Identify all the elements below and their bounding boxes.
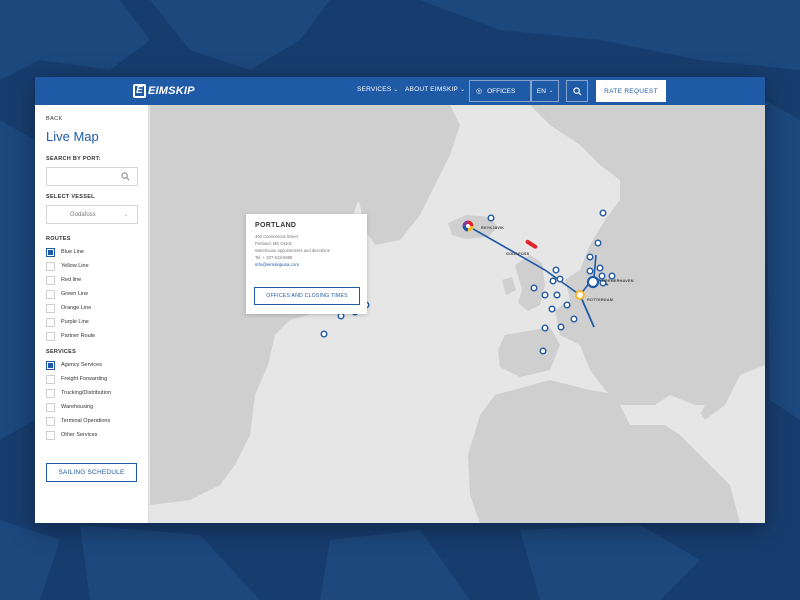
service-terminal-operations[interactable]: Terminal Operations bbox=[46, 416, 110, 426]
route-label: Blue Line bbox=[61, 249, 84, 255]
service-label: Agency Services bbox=[61, 362, 102, 368]
live-map[interactable]: REYKJAVIK GODAFOSS BREMERHAVEN ROTTERDAM bbox=[150, 105, 765, 523]
popup-email[interactable]: info@eimskipusa.com bbox=[255, 261, 358, 268]
checkbox[interactable] bbox=[46, 289, 55, 299]
chevron-down-icon: ⌄ bbox=[460, 87, 466, 93]
checkbox[interactable] bbox=[46, 331, 55, 341]
page-title: Live Map bbox=[46, 129, 99, 144]
route-label: Orange Line bbox=[61, 305, 92, 311]
nav-about-label: ABOUT EIMSKIP bbox=[405, 86, 459, 93]
checkbox[interactable] bbox=[46, 402, 55, 412]
top-navigation-bar: E EIMSKIP SERVICES ⌄ ABOUT EIMSKIP ⌄ ◎ OFF… bbox=[35, 77, 765, 105]
offices-and-closing-times-button[interactable]: OFFICES AND CLOSING TIMES bbox=[254, 287, 360, 305]
popup-address-line1: 460 Commercial Street bbox=[255, 234, 298, 239]
map-label-reykjavik: REYKJAVIK bbox=[481, 226, 505, 230]
eimskip-logo[interactable]: E EIMSKIP bbox=[133, 83, 195, 99]
service-freight-forwarding[interactable]: Freight Forwarding bbox=[46, 374, 107, 384]
service-label: Other Services bbox=[61, 432, 98, 438]
vessel-select-value: Godafoss bbox=[70, 211, 96, 218]
checkbox[interactable] bbox=[46, 275, 55, 285]
checkbox[interactable] bbox=[46, 360, 55, 370]
service-other-services[interactable]: Other Services bbox=[46, 430, 97, 440]
chevron-down-icon: ⌄ bbox=[123, 211, 128, 218]
select-vessel-label: SELECT VESSEL bbox=[46, 194, 95, 200]
chevron-down-icon: ⌄ bbox=[548, 88, 554, 94]
route-red-line[interactable]: Red line bbox=[46, 275, 81, 285]
vessel-select[interactable]: Godafoss ⌄ bbox=[46, 205, 138, 224]
offices-label: OFFICES bbox=[487, 87, 516, 95]
checkbox[interactable] bbox=[46, 317, 55, 327]
route-label: Partner Route bbox=[61, 333, 96, 339]
route-orange-line[interactable]: Orange Line bbox=[46, 303, 91, 313]
logo-text: EIMSKIP bbox=[148, 85, 195, 97]
route-label: Purple Line bbox=[61, 319, 89, 325]
checkbox[interactable] bbox=[46, 374, 55, 384]
service-label: Freight Forwarding bbox=[61, 376, 108, 382]
header-search-button[interactable] bbox=[566, 80, 588, 102]
bremerhaven-port-marker[interactable] bbox=[586, 275, 600, 289]
port-info-popup: PORTLAND 460 Commercial Street Portland,… bbox=[246, 214, 367, 314]
route-label: Yellow Line bbox=[61, 263, 89, 269]
service-label: Terminal Operations bbox=[61, 418, 111, 424]
service-warehousing[interactable]: Warehousing bbox=[46, 402, 93, 412]
services-label: SERVICES bbox=[46, 349, 77, 355]
search-icon[interactable] bbox=[121, 172, 130, 181]
route-label: Green Line bbox=[61, 291, 89, 297]
popup-tel: Tel. + 207-619-5888 bbox=[255, 255, 293, 260]
route-label: Red line bbox=[61, 277, 82, 283]
offices-button[interactable]: ◎ OFFICES bbox=[469, 80, 531, 102]
checkbox[interactable] bbox=[46, 261, 55, 271]
map-label-rotterdam: ROTTERDAM bbox=[587, 298, 614, 302]
back-link[interactable]: BACK bbox=[46, 116, 63, 122]
logo-mark: E bbox=[133, 84, 146, 98]
nav-services-label: SERVICES bbox=[357, 86, 392, 93]
search-port-label: SEARCH BY PORT: bbox=[46, 156, 101, 162]
route-green-line[interactable]: Green Line bbox=[46, 289, 88, 299]
checkbox[interactable] bbox=[46, 416, 55, 426]
map-canvas[interactable] bbox=[150, 105, 765, 523]
service-label: Warehousing bbox=[61, 404, 94, 410]
route-purple-line[interactable]: Purple Line bbox=[46, 317, 89, 327]
port-search-input[interactable] bbox=[46, 167, 138, 186]
nav-about-eimskip[interactable]: ABOUT EIMSKIP ⌄ bbox=[405, 86, 465, 93]
route-yellow-line[interactable]: Yellow Line bbox=[46, 261, 89, 271]
sailing-schedule-button[interactable]: SAILING SCHEDULE bbox=[46, 463, 137, 482]
map-label-godafoss: GODAFOSS bbox=[506, 252, 530, 256]
sidebar: BACK Live Map SEARCH BY PORT: SELECT VES… bbox=[35, 105, 149, 523]
checkbox[interactable] bbox=[46, 247, 55, 257]
route-blue-line[interactable]: Blue Line bbox=[46, 247, 84, 257]
language-select[interactable]: EN ⌄ bbox=[531, 80, 559, 102]
popup-address-line2: Portland, ME 04101 bbox=[255, 241, 293, 246]
chevron-down-icon: ⌄ bbox=[393, 87, 399, 93]
rate-request-button[interactable]: RATE REQUEST bbox=[596, 80, 666, 102]
location-pin-icon: ◎ bbox=[476, 88, 483, 95]
app-window: E EIMSKIP SERVICES ⌄ ABOUT EIMSKIP ⌄ ◎ OFF… bbox=[35, 77, 765, 523]
language-value: EN bbox=[536, 87, 546, 95]
checkbox[interactable] bbox=[46, 303, 55, 313]
checkbox[interactable] bbox=[46, 430, 55, 440]
route-partner-route[interactable]: Partner Route bbox=[46, 331, 95, 341]
service-label: Trucking/Distribution bbox=[61, 390, 111, 396]
service-agency-services[interactable]: Agency Services bbox=[46, 360, 102, 370]
map-label-bremerhaven: BREMERHAVEN bbox=[602, 279, 634, 283]
popup-address-line3[interactable]: Warehouse appointments and directions bbox=[255, 247, 358, 254]
checkbox[interactable] bbox=[46, 388, 55, 398]
service-trucking-distribution[interactable]: Trucking/Distribution bbox=[46, 388, 111, 398]
rotterdam-port-marker[interactable] bbox=[575, 290, 585, 300]
search-icon bbox=[572, 86, 581, 95]
reykjavik-port-marker[interactable] bbox=[462, 220, 474, 232]
popup-title: PORTLAND bbox=[255, 222, 297, 229]
routes-label: ROUTES bbox=[46, 236, 71, 242]
nav-services[interactable]: SERVICES ⌄ bbox=[357, 86, 399, 93]
